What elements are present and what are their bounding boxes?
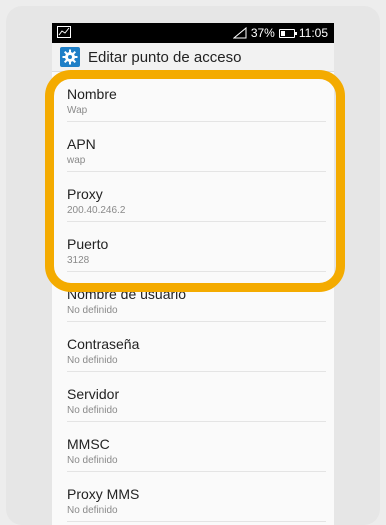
setting-value: No definido	[67, 405, 118, 416]
clock: 11:05	[298, 26, 328, 40]
battery-fill	[280, 30, 285, 36]
action-bar: Editar punto de acceso	[52, 43, 334, 72]
setting-contrasena[interactable]: Contraseña No definido	[67, 322, 326, 372]
setting-puerto[interactable]: Puerto 3128	[67, 222, 326, 272]
setting-title: APN	[67, 136, 96, 152]
setting-value: No definido	[67, 305, 118, 316]
setting-value: No definido	[67, 355, 118, 366]
phone-screen: 37% 11:05 Editar punto de acceso Nombre …	[52, 23, 334, 525]
setting-title: Proxy MMS	[67, 486, 140, 502]
setting-value: 3128	[67, 255, 90, 266]
setting-title: MMSC	[67, 436, 110, 452]
setting-title: Contraseña	[67, 336, 140, 352]
activity-icon	[57, 26, 71, 38]
status-right: 37% 11:05	[232, 26, 328, 40]
setting-mmsc[interactable]: MMSC No definido	[67, 422, 326, 472]
setting-proxy-mms[interactable]: Proxy MMS No definido	[67, 472, 326, 522]
battery-icon	[278, 28, 297, 38]
page-title: Editar punto de acceso	[88, 48, 242, 66]
signal-icon	[232, 27, 247, 39]
setting-title: Nombre	[67, 86, 117, 102]
setting-value: No definido	[67, 455, 118, 466]
setting-nombre-de-usuario[interactable]: Nombre de usuario No definido	[67, 272, 326, 322]
setting-title: Puerto	[67, 236, 109, 252]
setting-value: Wap	[67, 105, 88, 116]
setting-value: No definido	[67, 505, 118, 516]
status-bar: 37% 11:05	[52, 23, 334, 43]
setting-value: wap	[67, 155, 86, 166]
setting-nombre[interactable]: Nombre Wap	[67, 72, 326, 122]
battery-percent: 37%	[250, 26, 275, 40]
setting-value: 200.40.246.2	[67, 205, 126, 216]
setting-title: Proxy	[67, 186, 103, 202]
settings-list: Nombre Wap APN wap Proxy 200.40.246.2 Pu…	[52, 72, 334, 522]
setting-title: Servidor	[67, 386, 120, 402]
setting-servidor[interactable]: Servidor No definido	[67, 372, 326, 422]
settings-gear-icon[interactable]	[60, 47, 80, 67]
setting-proxy[interactable]: Proxy 200.40.246.2	[67, 172, 326, 222]
setting-apn[interactable]: APN wap	[67, 122, 326, 172]
setting-title: Nombre de usuario	[67, 286, 187, 302]
